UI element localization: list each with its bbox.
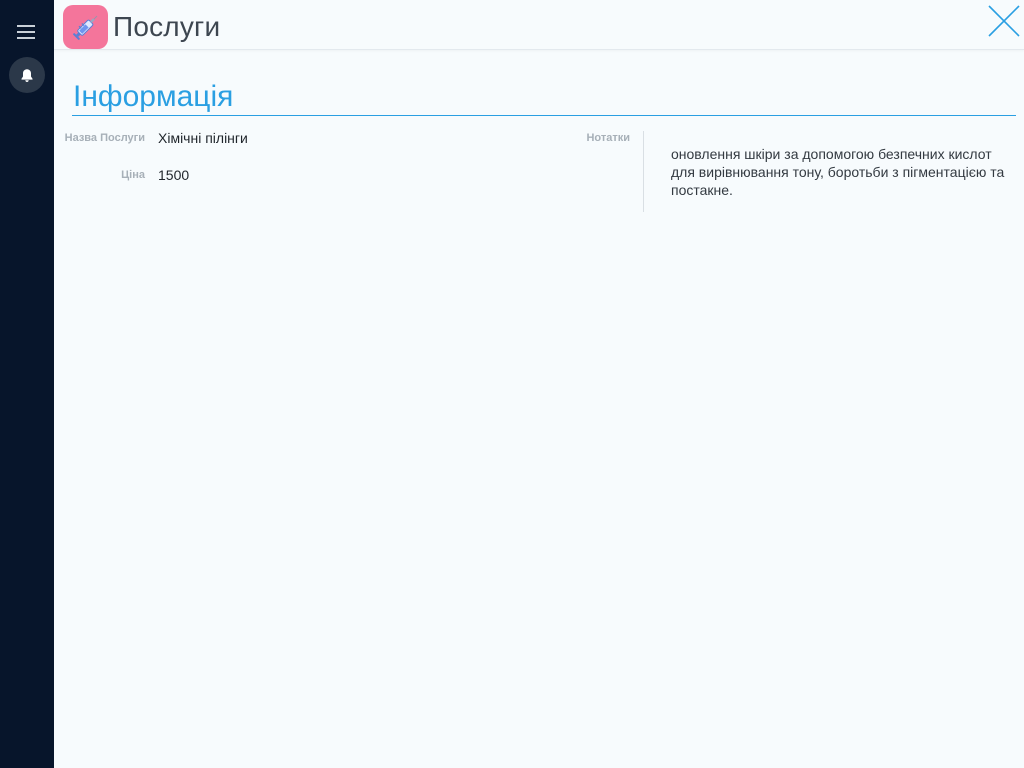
close-icon	[988, 5, 1020, 37]
notifications-button[interactable]	[9, 57, 45, 93]
bell-icon	[21, 68, 33, 82]
sidebar	[0, 0, 54, 768]
service-name-value: Хімічні пілінги	[158, 130, 248, 146]
app-icon	[63, 5, 108, 49]
service-name-label: Назва Послуги	[64, 132, 145, 144]
page-header: Послуги	[54, 0, 1024, 50]
close-button[interactable]	[988, 5, 1020, 37]
price-label: Ціна	[121, 169, 145, 181]
notes-value: оновлення шкіри за допомогою безпечних к…	[671, 146, 1005, 198]
notes-label: Нотатки	[586, 132, 630, 144]
syringe-icon	[72, 15, 97, 40]
page-title: Послуги	[113, 11, 221, 42]
section-title: Інформація	[73, 80, 234, 113]
notes-divider	[643, 131, 644, 212]
hamburger-menu-icon[interactable]	[17, 22, 37, 40]
app-root: Послуги Інформація Назва Послуги Хімічні…	[0, 0, 1024, 768]
price-value: 1500	[158, 167, 190, 183]
section-divider	[72, 115, 1016, 116]
